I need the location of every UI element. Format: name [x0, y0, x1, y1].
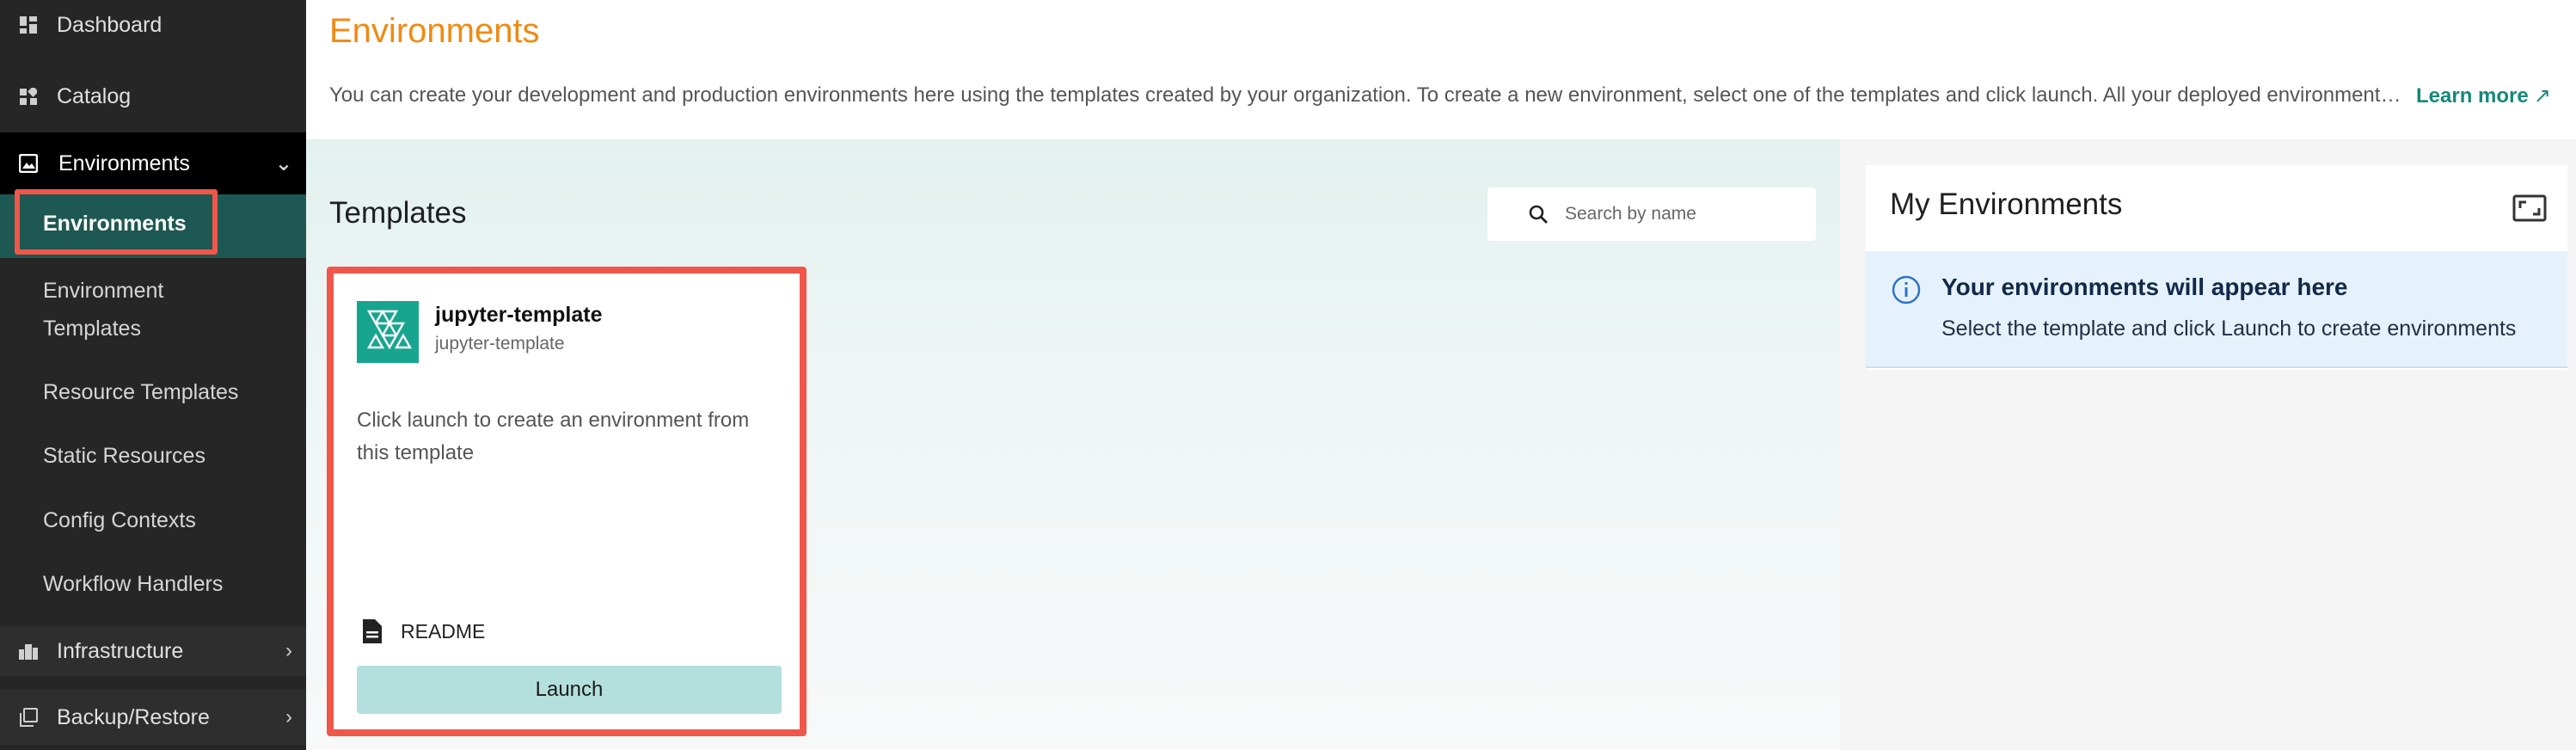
sidebar-subitem-environment-templates[interactable]: Environment Templates [43, 272, 163, 347]
info-icon [1892, 275, 1921, 304]
expand-icon[interactable] [2512, 194, 2547, 222]
learn-more-label: Learn more [2416, 84, 2529, 108]
sidebar-item-label: Backup/Restore [57, 704, 210, 729]
my-environments-panel: My Environments Your environments will a… [1866, 165, 2567, 370]
sidebar-item-catalog[interactable]: Catalog [0, 72, 306, 120]
page-title: Environments [329, 12, 540, 50]
sidebar-subitem-label: Environment [43, 279, 164, 303]
info-text: Select the template and click Launch to … [1941, 317, 2517, 341]
launch-button[interactable]: Launch [357, 666, 782, 714]
copy-icon [19, 708, 38, 727]
chevron-right-icon[interactable]: › [285, 639, 292, 663]
sidebar: Dashboard Catalog Environments ⌄ Environ… [0, 0, 306, 750]
chevron-down-icon[interactable]: ⌄ [275, 151, 292, 176]
catalog-icon [19, 87, 38, 106]
search-box[interactable] [1487, 188, 1816, 241]
jupyter-template-logo [357, 301, 419, 363]
template-card[interactable]: jupyter-template jupyter-template Click … [327, 267, 807, 736]
empty-state-info: Your environments will appear here Selec… [1866, 251, 2567, 368]
sidebar-item-infrastructure[interactable]: Infrastructure › [0, 626, 306, 676]
sidebar-subitem-workflow-handlers[interactable]: Workflow Handlers [43, 565, 223, 603]
sidebar-item-label: Dashboard [57, 12, 163, 37]
search-icon [1529, 205, 1548, 224]
chevron-right-icon[interactable]: › [285, 705, 292, 729]
templates-title: Templates [329, 196, 467, 230]
page-description: You can create your development and prod… [329, 83, 2410, 107]
sidebar-item-label: Infrastructure [57, 638, 184, 663]
image-icon [19, 154, 38, 173]
sidebar-item-dashboard[interactable]: Dashboard [0, 0, 306, 50]
document-icon [363, 619, 382, 643]
template-subtitle: jupyter-template [435, 334, 565, 353]
sidebar-subitem-resource-templates[interactable]: Resource Templates [43, 373, 238, 411]
info-title: Your environments will appear here [1941, 274, 2348, 300]
sidebar-item-label: Environments [58, 151, 190, 175]
sidebar-subitem-config-contexts[interactable]: Config Contexts [43, 501, 196, 539]
sidebar-item-label: Catalog [57, 83, 132, 108]
template-name: jupyter-template [435, 303, 603, 327]
search-input[interactable] [1565, 200, 1806, 229]
highlight-box [15, 189, 218, 255]
external-link-icon: ↗ [2533, 84, 2551, 108]
building-icon [19, 642, 38, 661]
sidebar-subitem-static-resources[interactable]: Static Resources [43, 437, 205, 475]
readme-label: README [401, 619, 486, 642]
dashboard-icon [19, 15, 38, 34]
sidebar-item-environments[interactable]: Environments ⌄ [0, 132, 306, 194]
sidebar-subitem-label: Templates [43, 317, 141, 341]
my-environments-title: My Environments [1890, 188, 2123, 221]
sidebar-item-backup-restore[interactable]: Backup/Restore › [0, 690, 306, 745]
readme-link[interactable]: README [363, 619, 485, 643]
template-description: Click launch to create an environment fr… [357, 409, 750, 464]
learn-more-link[interactable]: Learn more ↗ [2416, 83, 2551, 108]
